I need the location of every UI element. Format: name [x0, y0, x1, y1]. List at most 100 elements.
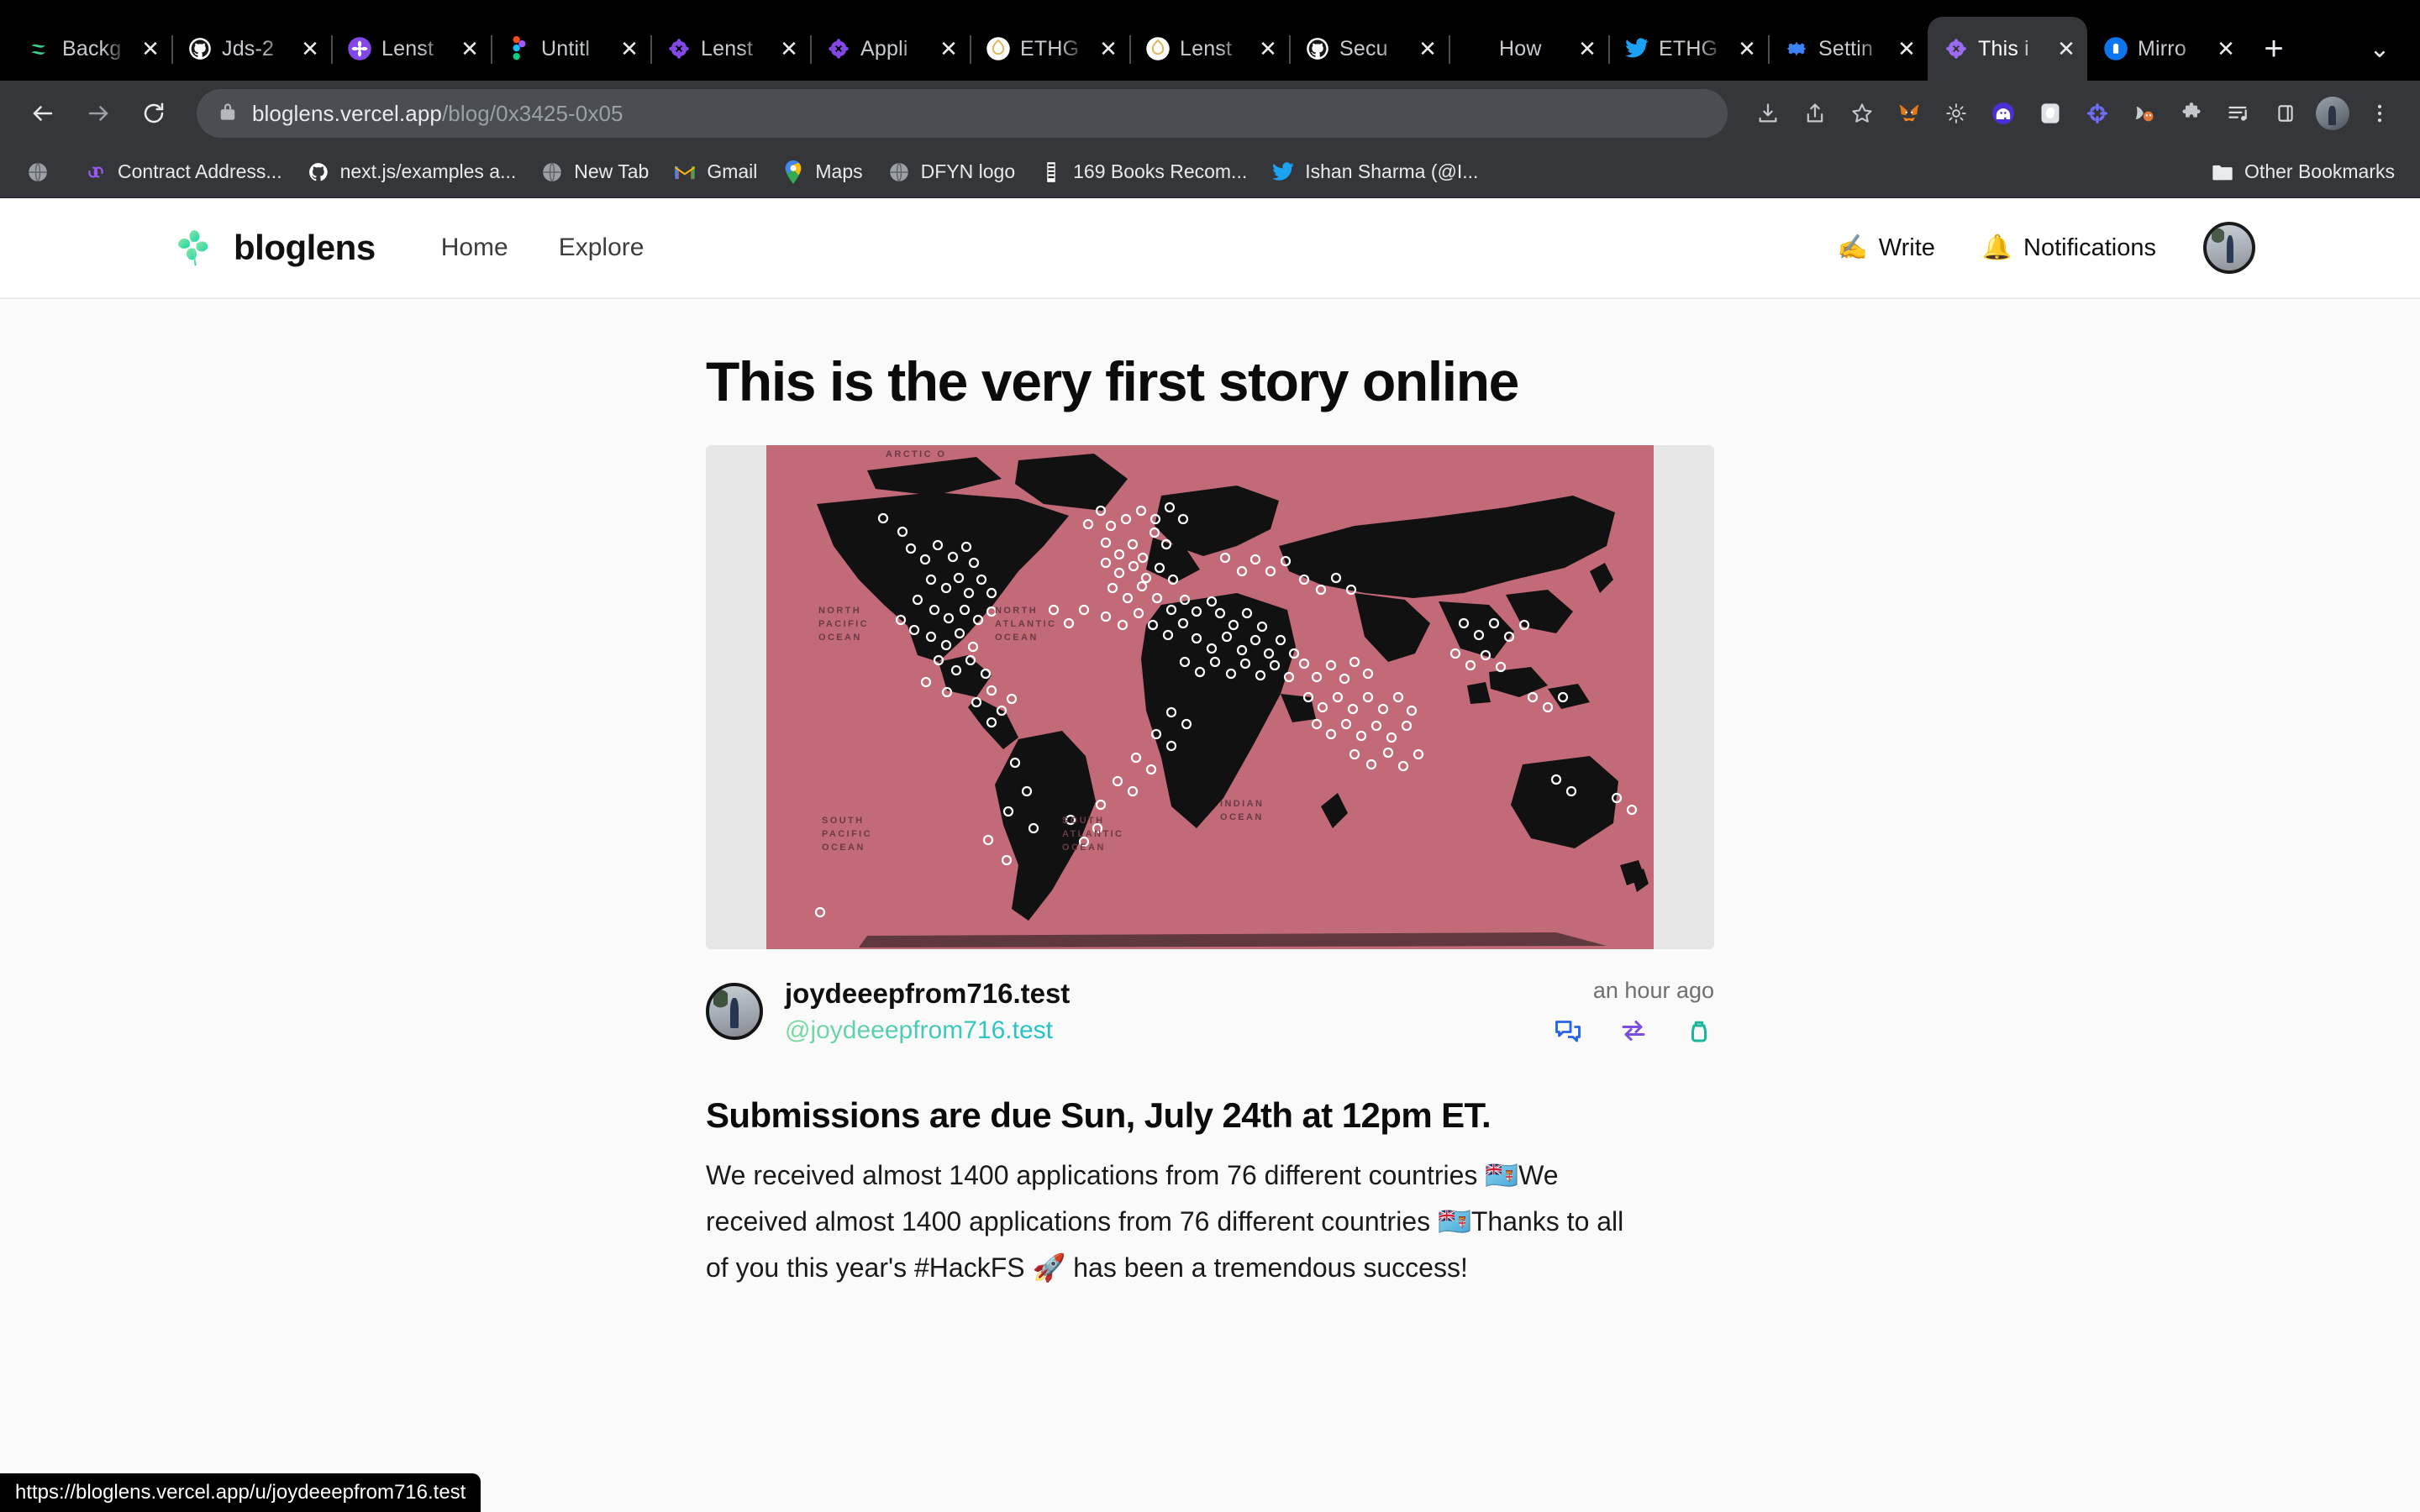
close-icon[interactable]: ✕	[1415, 36, 1440, 61]
bookmark-item[interactable]: Maps	[771, 155, 872, 190]
bookmark-star-icon[interactable]	[1840, 92, 1884, 135]
new-tab-button[interactable]: +	[2247, 22, 2301, 76]
bookmark-item[interactable]: DFYN logo	[876, 155, 1025, 190]
bookmark-item[interactable]: Contract Address...	[73, 155, 292, 190]
notifications-button[interactable]: 🔔 Notifications	[1982, 234, 2156, 262]
browser-tab[interactable]: Backg ✕	[12, 17, 171, 81]
close-icon[interactable]: ✕	[936, 36, 961, 61]
user-avatar[interactable]	[2203, 222, 2255, 274]
kebab-menu-icon[interactable]	[2358, 92, 2402, 135]
tab-search-chevron-down-icon[interactable]: ⌄	[2346, 22, 2413, 76]
tab-separator	[331, 35, 333, 64]
flower-extension-icon[interactable]	[2075, 92, 2119, 135]
blank-icon	[1464, 35, 1491, 62]
github-icon	[306, 160, 331, 185]
bookmark-item[interactable]: 169 Books Recom...	[1028, 155, 1257, 190]
browser-toolbar: bloglens.vercel.app/blog/0x3425-0x05	[0, 81, 2420, 146]
forward-icon[interactable]	[74, 89, 123, 138]
bookmark-item[interactable]: next.js/examples a...	[296, 155, 527, 190]
nav-item-explore[interactable]: Explore	[559, 234, 644, 262]
close-icon[interactable]: ✕	[138, 36, 163, 61]
browser-tab[interactable]: Lenst ✕	[1129, 17, 1289, 81]
close-icon[interactable]: ✕	[1894, 36, 1919, 61]
ethglobal-icon	[1144, 35, 1171, 62]
tab-title: Lenst	[381, 36, 434, 60]
post-actions	[1553, 1016, 1714, 1050]
lock-icon	[218, 101, 237, 127]
tab-title: ETHG	[1659, 36, 1718, 60]
browser-tab[interactable]: Settin ✕	[1768, 17, 1928, 81]
browser-tab[interactable]: Appli ✕	[810, 17, 970, 81]
article-container: This is the very first story online ARCT…	[706, 350, 1714, 1291]
browser-tab[interactable]: Jds-2 ✕	[171, 17, 331, 81]
bookmark-item[interactable]: New Tab	[529, 155, 659, 190]
close-icon[interactable]: ✕	[776, 36, 802, 61]
tab-title: Mirro	[2138, 36, 2186, 60]
tab-separator	[650, 35, 652, 64]
write-button[interactable]: ✍️ Write	[1838, 234, 1935, 262]
address-bar[interactable]: bloglens.vercel.app/blog/0x3425-0x05	[197, 89, 1728, 138]
tab-title: Untitl	[541, 36, 591, 60]
gmail-icon	[672, 160, 697, 185]
download-icon[interactable]	[1746, 92, 1790, 135]
browser-tab[interactable]: Secu ✕	[1289, 17, 1449, 81]
writing-hand-icon: ✍️	[1837, 234, 1868, 261]
browser-tab[interactable]: ETHG ✕	[1608, 17, 1768, 81]
map-label-arctic: ARCTIC O	[886, 449, 946, 459]
close-icon[interactable]: ✕	[2213, 36, 2238, 61]
close-icon[interactable]: ✕	[1255, 36, 1281, 61]
back-icon[interactable]	[18, 89, 67, 138]
tab-separator	[1768, 35, 1770, 64]
mirror-icon[interactable]	[1618, 1016, 1649, 1050]
profile-avatar-icon[interactable]	[2311, 92, 2354, 135]
tab-separator	[491, 35, 492, 64]
address-bar-url: bloglens.vercel.app/blog/0x3425-0x05	[252, 101, 623, 127]
map-label-north-atlantic-3: OCEAN	[995, 633, 1039, 643]
sidepanel-icon[interactable]	[2264, 92, 2307, 135]
author-handle[interactable]: @joydeeepfrom716.test	[785, 1016, 1070, 1045]
brand-logo[interactable]: bloglens	[168, 220, 376, 276]
brightness-icon[interactable]	[1934, 92, 1978, 135]
tab-title: Backg	[62, 36, 122, 60]
post-meta-right: an hour ago	[1553, 978, 1714, 1050]
bookmark-item[interactable]	[15, 155, 70, 190]
supabase-icon	[27, 35, 54, 62]
bookmark-label: Gmail	[707, 160, 758, 182]
browser-tab-active[interactable]: This i ✕	[1928, 17, 2087, 81]
reading-list-icon[interactable]	[2217, 92, 2260, 135]
share-icon[interactable]	[1793, 92, 1837, 135]
browser-tab[interactable]: ETHG ✕	[970, 17, 1129, 81]
close-icon[interactable]: ✕	[1575, 36, 1600, 61]
map-label-south-pacific: SOUTH	[822, 816, 865, 826]
close-icon[interactable]: ✕	[457, 36, 482, 61]
browser-tab[interactable]: Lenst ✕	[331, 17, 491, 81]
fox-extension-icon[interactable]	[2123, 92, 2166, 135]
close-icon[interactable]: ✕	[1734, 36, 1760, 61]
author-name[interactable]: joydeeepfrom716.test	[785, 978, 1070, 1010]
close-icon[interactable]: ✕	[2054, 36, 2079, 61]
collect-icon[interactable]	[1684, 1016, 1714, 1050]
close-icon[interactable]: ✕	[1096, 36, 1121, 61]
lens-flower-icon	[1943, 35, 1970, 62]
twitter-icon	[1270, 160, 1296, 185]
bookmark-item[interactable]: Ishan Sharma (@I...	[1260, 155, 1488, 190]
metamask-icon[interactable]	[1887, 92, 1931, 135]
puzzle-extension-icon[interactable]	[2170, 92, 2213, 135]
browser-tab[interactable]: Mirro ✕	[2087, 17, 2247, 81]
reload-icon[interactable]	[129, 89, 178, 138]
browser-tab[interactable]: Lenst ✕	[650, 17, 810, 81]
close-icon[interactable]: ✕	[617, 36, 642, 61]
close-icon[interactable]: ✕	[297, 36, 323, 61]
map-label-south-atlantic-3: OCEAN	[1062, 843, 1106, 853]
tab-separator	[1129, 35, 1131, 64]
rabby-icon[interactable]	[2028, 92, 2072, 135]
browser-tab[interactable]: Untitl ✕	[491, 17, 650, 81]
nav-item-home[interactable]: Home	[441, 234, 508, 262]
browser-tab[interactable]: How ✕	[1449, 17, 1608, 81]
bookmark-item[interactable]: Gmail	[662, 155, 767, 190]
other-bookmarks-button[interactable]: Other Bookmarks	[2200, 155, 2405, 190]
phantom-icon[interactable]	[1981, 92, 2025, 135]
globe-icon	[25, 160, 50, 185]
author-avatar[interactable]	[706, 982, 763, 1040]
comment-icon[interactable]	[1553, 1016, 1583, 1050]
